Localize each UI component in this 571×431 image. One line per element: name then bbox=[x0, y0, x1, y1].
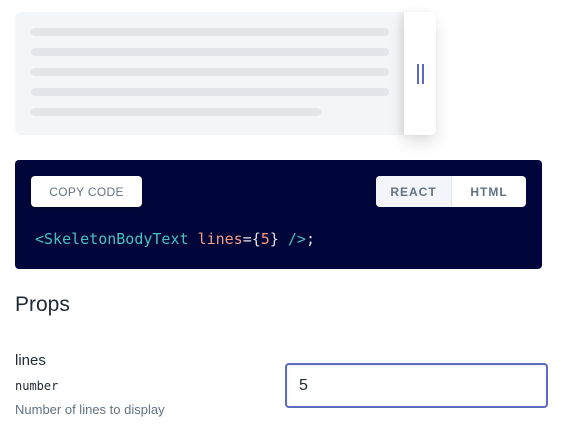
prop-name: lines bbox=[15, 352, 46, 369]
skeleton-preview bbox=[15, 12, 405, 135]
code-semi: ; bbox=[305, 230, 315, 248]
prop-description: Number of lines to display bbox=[15, 402, 165, 417]
tab-react[interactable]: REACT bbox=[376, 176, 452, 207]
prop-type: number bbox=[15, 379, 59, 393]
resize-handle[interactable] bbox=[404, 12, 436, 135]
skeleton-line bbox=[31, 88, 389, 96]
code-attr: lines bbox=[197, 230, 243, 248]
code-component: <SkeletonBodyText bbox=[35, 230, 189, 248]
skeleton-line bbox=[31, 108, 321, 116]
tab-html[interactable]: HTML bbox=[452, 176, 526, 207]
skeleton-line bbox=[31, 48, 389, 56]
copy-code-button[interactable]: COPY CODE bbox=[31, 176, 142, 207]
code-end: /> bbox=[278, 230, 306, 248]
lines-input[interactable] bbox=[285, 363, 548, 408]
code-value: 5 bbox=[260, 230, 270, 248]
code-block: COPY CODE REACT HTML <SkeletonBodyText l… bbox=[15, 160, 542, 269]
code-snippet: <SkeletonBodyText lines={5} />; bbox=[35, 230, 315, 248]
skeleton-line bbox=[31, 68, 389, 76]
skeleton-line bbox=[31, 28, 389, 36]
language-toggle: REACT HTML bbox=[376, 176, 526, 207]
code-eq: ={ bbox=[242, 230, 261, 248]
props-title: Props bbox=[15, 293, 70, 316]
code-close: } bbox=[269, 230, 279, 248]
drag-handle-icon bbox=[417, 64, 424, 84]
